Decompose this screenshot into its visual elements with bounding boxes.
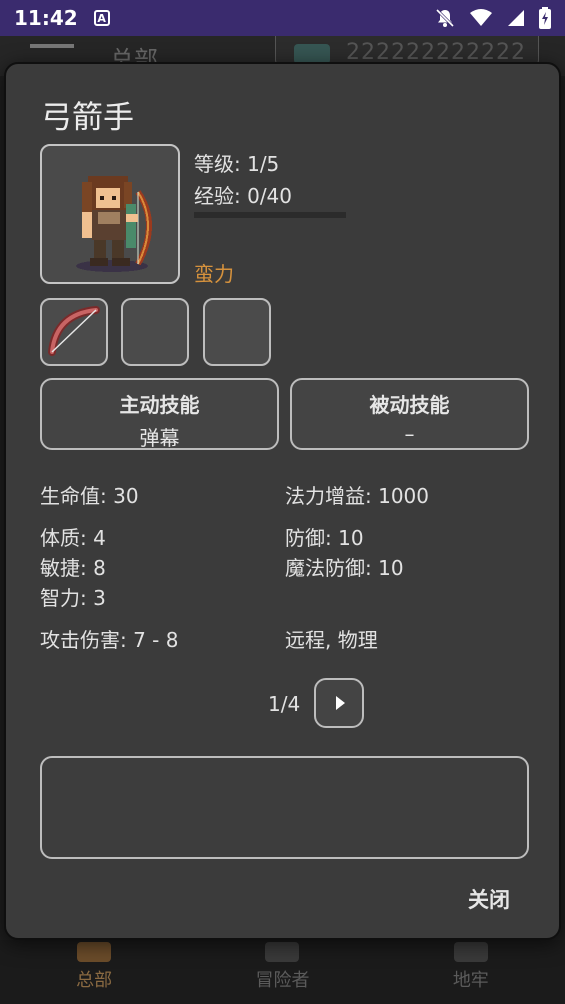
battery-icon [539, 7, 551, 29]
signal-icon [508, 10, 524, 26]
active-skill-button[interactable]: 主动技能 弹幕 [40, 378, 279, 450]
active-skill-value: 弹幕 [139, 426, 180, 450]
wifi-icon [470, 9, 492, 26]
equipment-slot-weapon[interactable] [40, 298, 108, 366]
hero-level: 等级: 1/5 [194, 152, 280, 176]
nav-label: 地牢 [452, 970, 489, 991]
notification-a-icon: A [93, 10, 110, 26]
menu-icon[interactable] [30, 44, 74, 48]
nav-label: 总部 [76, 970, 113, 991]
stat-agility: 敏捷: 8 [40, 556, 106, 580]
castle-icon [77, 942, 112, 962]
hero-trait: 蛮力 [194, 262, 234, 286]
gem-icon [294, 44, 330, 64]
hero-exp: 经验: 0/40 [194, 184, 293, 208]
dungeon-icon [453, 942, 488, 962]
nav-item-dungeon[interactable]: 地牢 [377, 940, 565, 1004]
equipment-slot-2[interactable] [121, 298, 189, 366]
status-bar: 11:42 A [0, 0, 565, 36]
nav-label: 冒险者 [255, 970, 310, 991]
archer-sprite-icon [76, 176, 152, 272]
equipment-slot-3[interactable] [203, 298, 271, 366]
passive-skill-button[interactable]: 被动技能 – [290, 378, 529, 450]
hero-detail-dialog: 弓箭手 等级: 1/5 经验: 0/40 蛮力 主动技能 弹幕 被动技能 – 生… [4, 62, 561, 940]
description-box [40, 756, 529, 859]
active-skill-title: 主动技能 [119, 393, 200, 417]
passive-skill-value: – [404, 422, 415, 446]
stat-constitution: 体质: 4 [40, 526, 106, 550]
stat-attack-type: 远程, 物理 [285, 628, 378, 652]
bow-icon [48, 306, 100, 356]
status-time: 11:42 [14, 6, 78, 30]
stat-defense: 防御: 10 [285, 526, 364, 550]
notifications-off-icon [435, 8, 455, 28]
close-button[interactable]: 关闭 [468, 884, 510, 914]
hero-portrait [40, 144, 180, 284]
page-indicator: 1/4 [268, 692, 301, 716]
group-icon [265, 942, 300, 962]
passive-skill-title: 被动技能 [369, 393, 450, 417]
bottom-nav: 总部 冒险者 地牢 [0, 940, 565, 1004]
play-arrow-icon [336, 696, 345, 710]
next-page-button[interactable] [314, 678, 364, 728]
stat-hp: 生命值: 30 [40, 484, 139, 508]
stat-intelligence: 智力: 3 [40, 586, 106, 610]
hero-name: 弓箭手 [41, 100, 134, 136]
stat-attack-damage: 攻击伤害: 7 - 8 [40, 628, 179, 652]
nav-item-headquarters[interactable]: 总部 [0, 940, 188, 1004]
stat-magic-defense: 魔法防御: 10 [285, 556, 404, 580]
exp-progress-bar [194, 212, 346, 218]
nav-item-adventurers[interactable]: 冒险者 [188, 940, 376, 1004]
stat-mana-gain: 法力增益: 1000 [285, 484, 429, 508]
